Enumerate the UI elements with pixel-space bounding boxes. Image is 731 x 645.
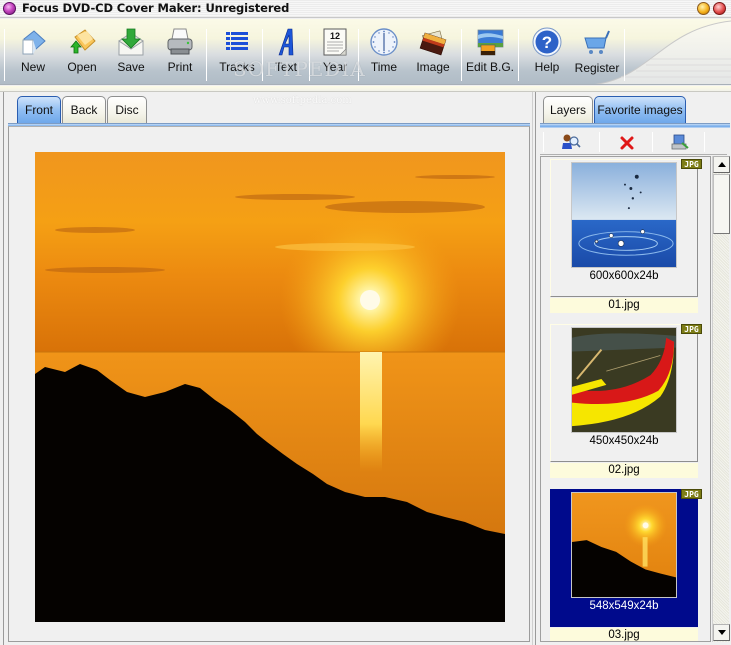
toolbar-separator (518, 29, 519, 81)
toolbar-separator (704, 132, 705, 152)
tracks-button[interactable]: Tracks (216, 27, 258, 81)
save-icon (118, 28, 144, 56)
tab-back[interactable]: Back (62, 96, 106, 124)
arrow-up-icon (718, 162, 726, 167)
cart-icon (584, 30, 610, 54)
tab-favorite-images[interactable]: Favorite images (594, 96, 686, 124)
app-icon (3, 2, 16, 15)
toolbar-separator (262, 29, 263, 81)
toolbar-separator (309, 29, 310, 81)
help-icon: ? (532, 27, 562, 57)
title-bar: Focus DVD-CD Cover Maker: Unregistered (0, 0, 731, 18)
scroll-thumb[interactable] (713, 174, 730, 234)
year-button[interactable]: 12 Year (316, 27, 354, 81)
cover-editor-panel: Front Back Disc (3, 92, 533, 645)
print-button[interactable]: Print (160, 27, 200, 81)
calendar-day: 12 (330, 31, 340, 41)
file-type-badge: JPG (681, 489, 702, 499)
front-cover-image[interactable] (35, 152, 505, 622)
main-toolbar: New Open Save Print Tracks Text 12 Year … (0, 19, 731, 85)
image-icon (419, 30, 447, 56)
time-button[interactable]: Time (366, 27, 402, 81)
favorite-card: 600x600x24b (550, 159, 698, 297)
toolbar-separator (358, 29, 359, 81)
clock-icon (370, 28, 398, 56)
favorite-card: 450x450x24b (550, 324, 698, 462)
favorite-item[interactable]: 600x600x24b JPG 01.jpg (550, 159, 702, 314)
edit-bg-button[interactable]: Edit B.G. (466, 27, 514, 81)
favorites-toolbar (540, 129, 727, 155)
thumbnail-sunset (571, 492, 677, 598)
image-button[interactable]: Image (413, 27, 453, 81)
file-type-badge: JPG (681, 324, 702, 334)
toolbar-separator (543, 132, 544, 152)
file-name: 03.jpg (550, 628, 698, 641)
toolbar-separator (4, 29, 5, 81)
image-dimensions: 450x450x24b (589, 435, 659, 447)
tab-disc[interactable]: Disc (107, 96, 147, 124)
find-image-button[interactable] (655, 132, 705, 152)
new-button[interactable]: New (14, 27, 52, 81)
printer-icon (167, 28, 193, 55)
new-document-icon (22, 30, 46, 55)
text-button[interactable]: Text (268, 27, 304, 81)
image-dimensions: 548x549x24b (589, 600, 659, 612)
thumbnail-water-drops (571, 162, 677, 268)
tab-front[interactable]: Front (17, 96, 61, 124)
file-name: 02.jpg (550, 463, 698, 478)
help-button[interactable]: ? Help (527, 27, 567, 81)
close-button[interactable] (713, 2, 726, 15)
find-image-icon (671, 134, 689, 150)
cover-canvas[interactable] (8, 126, 530, 642)
toolbar-separator (461, 29, 462, 81)
toolbar-separator (624, 29, 625, 81)
tab-strip-bar (540, 123, 730, 128)
text-icon (278, 28, 294, 56)
window-title: Focus DVD-CD Cover Maker: Unregistered (22, 1, 290, 15)
toolbar-separator (206, 29, 207, 81)
register-button[interactable]: Register (573, 28, 621, 82)
svg-text:?: ? (542, 33, 552, 52)
toolbar-separator (599, 132, 600, 152)
tracks-list-icon (226, 32, 248, 50)
delete-image-button[interactable] (602, 132, 652, 152)
file-name: 01.jpg (550, 298, 698, 313)
open-button[interactable]: Open (62, 27, 102, 81)
image-dimensions: 600x600x24b (589, 270, 659, 282)
side-panel: Layers Favorite images 600x600x24b JPG 0… (535, 92, 731, 645)
thumbnail-canoe (571, 327, 677, 433)
delete-icon (620, 136, 634, 150)
arrow-down-icon (718, 630, 726, 635)
open-folder-icon (70, 29, 96, 54)
calendar-icon: 12 (323, 28, 347, 56)
favorite-card: 548x549x24b (550, 489, 698, 627)
file-type-badge: JPG (681, 159, 702, 169)
save-button[interactable]: Save (112, 27, 150, 81)
favorite-item-selected[interactable]: 548x549x24b JPG 03.jpg (550, 489, 702, 641)
scroll-down-button[interactable] (713, 624, 730, 641)
favorites-list[interactable]: 600x600x24b JPG 01.jpg 450x450x24b JPG 0… (540, 156, 711, 642)
favorites-scrollbar[interactable] (712, 156, 730, 642)
edit-background-icon (477, 29, 504, 56)
browse-images-button[interactable] (546, 132, 596, 152)
minimize-button[interactable] (697, 2, 710, 15)
tab-layers[interactable]: Layers (543, 96, 593, 124)
scroll-up-button[interactable] (713, 156, 730, 173)
toolbar-separator (652, 132, 653, 152)
browse-images-icon (562, 134, 581, 149)
favorite-item[interactable]: 450x450x24b JPG 02.jpg (550, 324, 702, 479)
